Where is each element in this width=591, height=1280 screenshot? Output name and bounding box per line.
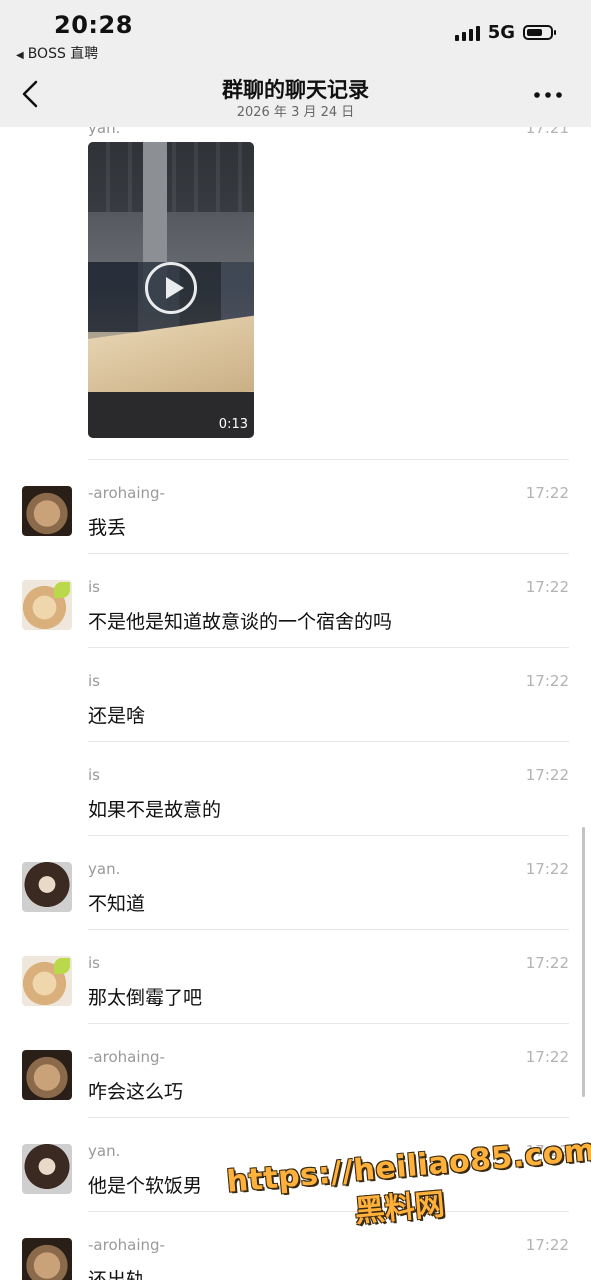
message-sender: -arohaing- <box>88 1236 165 1254</box>
page-subtitle: 2026 年 3 月 24 日 <box>236 105 355 120</box>
message-sender: is <box>88 954 100 972</box>
girl-avatar[interactable] <box>22 862 72 912</box>
back-triangle-icon: ◀ <box>16 50 24 61</box>
video-message: yan. 17:21 0:13 <box>0 127 591 460</box>
list-item: is 17:22 如果不是故意的 <box>0 741 591 835</box>
message-text[interactable]: 还是啥 <box>88 701 145 728</box>
back-to-app-link[interactable]: ◀ BOSS 直聘 <box>16 43 98 63</box>
divider <box>88 1117 569 1118</box>
play-icon[interactable] <box>145 262 197 314</box>
message-text[interactable]: 不是他是知道故意谈的一个宿舍的吗 <box>88 607 392 634</box>
message-text[interactable]: 咋会这么巧 <box>88 1077 183 1104</box>
divider <box>88 835 569 836</box>
status-time: 20:28 <box>54 11 133 39</box>
page-title: 群聊的聊天记录 <box>222 78 369 102</box>
list-item: is 17:22 还是啥 <box>0 647 591 741</box>
message-time: 17:22 <box>525 484 569 502</box>
message-text[interactable]: 我丢 <box>88 513 126 540</box>
message-time: 17:22 <box>525 766 569 784</box>
message-time: 17:21 <box>525 127 569 137</box>
message-text[interactable]: 那太倒霉了吧 <box>88 983 202 1010</box>
list-item: -arohaing- 17:22 咋会这么巧 <box>0 1023 591 1117</box>
kitten-avatar[interactable] <box>22 580 72 630</box>
divider <box>88 553 569 554</box>
network-label: 5G <box>487 22 515 43</box>
more-button[interactable] <box>531 80 565 110</box>
list-item: yan. 17:22 不知道 <box>0 835 591 929</box>
message-sender: yan. <box>88 127 121 137</box>
scrollbar[interactable] <box>582 827 585 1097</box>
cat-avatar[interactable] <box>22 1238 72 1280</box>
divider <box>88 929 569 930</box>
divider <box>88 1023 569 1024</box>
message-time: 17:22 <box>525 1048 569 1066</box>
girl-avatar[interactable] <box>22 1144 72 1194</box>
message-text[interactable]: 不知道 <box>88 889 145 916</box>
more-dots-icon <box>534 92 562 98</box>
header-bar: 20:28 ◀ BOSS 直聘 5G 群聊的聊天记录 2026 年 3 月 24 … <box>0 0 591 127</box>
video-duration: 0:13 <box>218 417 248 432</box>
message-sender: yan. <box>88 1142 121 1160</box>
message-sender: -arohaing- <box>88 1048 165 1066</box>
video-thumbnail[interactable]: 0:13 <box>88 142 254 438</box>
list-item: is 17:22 那太倒霉了吧 <box>0 929 591 1023</box>
cat-avatar[interactable] <box>22 1050 72 1100</box>
divider <box>88 741 569 742</box>
message-time: 17:22 <box>525 860 569 878</box>
message-sender: is <box>88 578 100 596</box>
message-sender: is <box>88 766 100 784</box>
message-time: 17:22 <box>525 672 569 690</box>
message-text[interactable]: 他是个软饭男 <box>88 1171 202 1198</box>
divider <box>88 647 569 648</box>
list-item: -arohaing- 17:22 我丢 <box>0 459 591 553</box>
chat-history-list[interactable]: yan. 17:21 0:13 -arohaing- 17:22 我丢 is 1… <box>0 127 591 1280</box>
battery-icon <box>523 25 556 40</box>
list-item: is 17:22 不是他是知道故意谈的一个宿舍的吗 <box>0 553 591 647</box>
message-sender: -arohaing- <box>88 484 165 502</box>
message-text[interactable]: 如果不是故意的 <box>88 795 221 822</box>
message-sender: is <box>88 672 100 690</box>
cat-avatar[interactable] <box>22 486 72 536</box>
message-text[interactable]: 还出轨 <box>88 1265 145 1280</box>
divider <box>88 459 569 460</box>
message-time: 17:22 <box>525 954 569 972</box>
kitten-avatar[interactable] <box>22 956 72 1006</box>
signal-icon <box>454 25 480 41</box>
back-app-label: BOSS 直聘 <box>27 46 99 62</box>
status-icons: 5G <box>454 22 556 43</box>
message-time: 17:22 <box>525 1236 569 1254</box>
message-sender: yan. <box>88 860 121 878</box>
message-time: 17:22 <box>525 578 569 596</box>
